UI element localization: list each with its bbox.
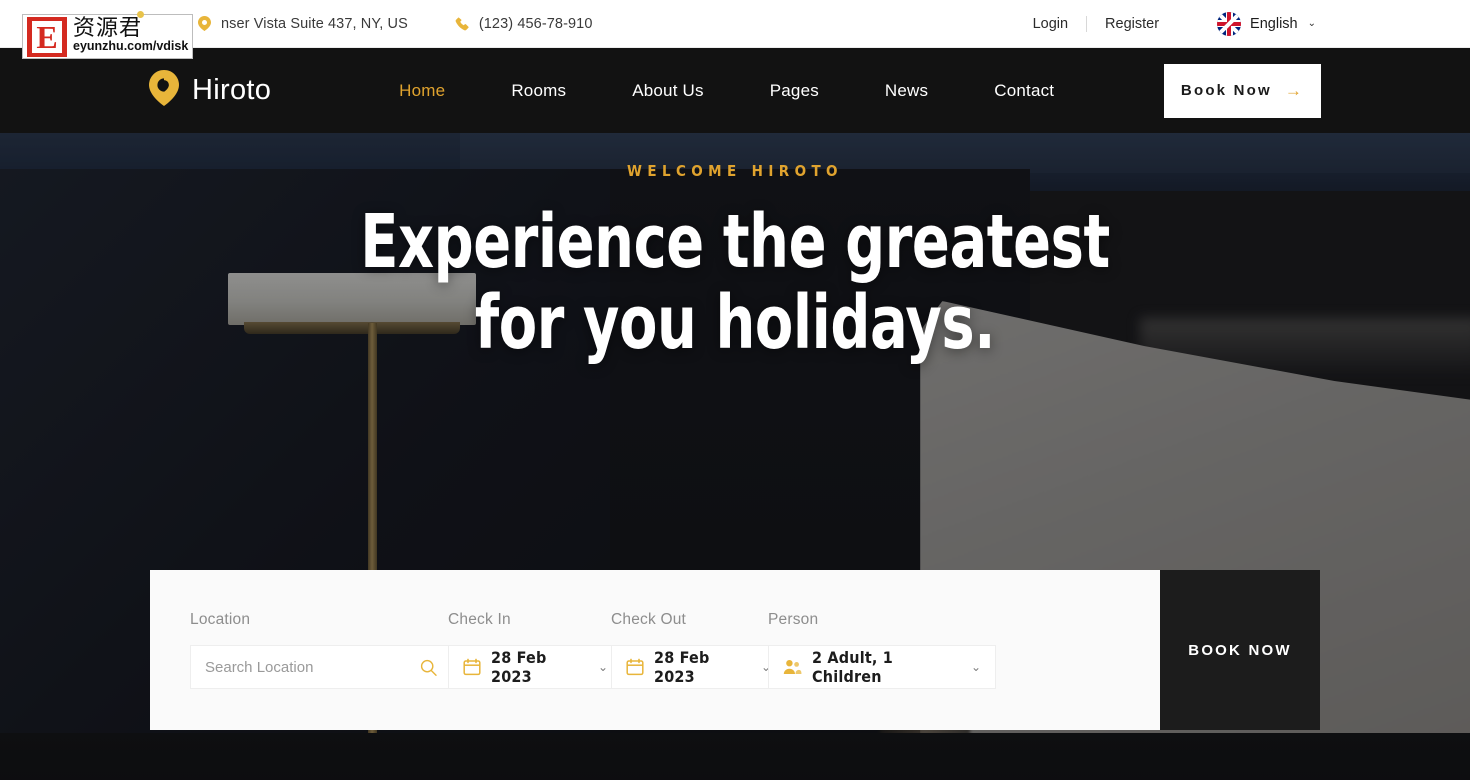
top-bar: nser Vista Suite 437, NY, US (123) 456-7… <box>0 0 1470 48</box>
language-selector[interactable]: English ⌄ <box>1217 11 1316 36</box>
hero-eyebrow: WELCOME HIROTO <box>627 162 843 180</box>
check-in-select[interactable]: 28 Feb 2023 ⌄ <box>448 645 623 689</box>
phone-icon <box>454 16 470 32</box>
nav-item-rooms[interactable]: Rooms <box>478 81 599 101</box>
field-location: Location Search Location <box>190 611 490 689</box>
watermark-logo-letter: E <box>32 21 62 53</box>
booking-submit-button[interactable]: BOOK NOW <box>1160 570 1320 730</box>
person-select[interactable]: 2 Adult, 1 Children ⌄ <box>768 645 996 689</box>
person-value: 2 Adult, 1 Children <box>812 648 894 686</box>
main-header: Hiroto Home Rooms About Us Pages News Co… <box>0 48 1470 133</box>
location-pin-icon <box>196 16 212 32</box>
booking-form: Location Search Location Check In 28 Feb… <box>150 570 1320 730</box>
field-person: Person 2 Adult, 1 Children ⌄ <box>768 611 1038 689</box>
brand-logo[interactable]: Hiroto <box>149 70 271 111</box>
watermark-url: eyunzhu.com/vdisk <box>73 39 189 54</box>
check-out-value: 28 Feb 2023 <box>654 648 710 686</box>
nav-item-news[interactable]: News <box>852 81 961 101</box>
nav-item-about-us[interactable]: About Us <box>599 81 737 101</box>
hero-headline: Experience the greatest for you holidays… <box>118 202 1353 363</box>
uk-flag-icon <box>1217 11 1242 36</box>
location-placeholder: Search Location <box>205 658 314 676</box>
location-input-wrap[interactable]: Search Location <box>190 645 450 689</box>
primary-nav: Home Rooms About Us Pages News Contact <box>366 81 1087 101</box>
people-icon <box>783 659 802 675</box>
booking-fields: Location Search Location Check In 28 Feb… <box>150 570 1160 730</box>
language-label: English <box>1250 15 1298 32</box>
chevron-down-icon[interactable]: ⌄ <box>971 660 981 674</box>
map-pin-logo-icon <box>149 70 179 111</box>
watermark-logo-mark: E <box>27 17 67 57</box>
address-item: nser Vista Suite 437, NY, US <box>196 16 408 32</box>
hero-headline-line-1: Experience the greatest <box>360 199 1110 285</box>
watermark-text: 资源君 eyunzhu.com/vdisk <box>73 17 188 54</box>
nav-item-contact[interactable]: Contact <box>961 81 1087 101</box>
check-in-value: 28 Feb 2023 <box>491 648 547 686</box>
calendar-icon <box>626 658 644 676</box>
calendar-icon <box>463 658 481 676</box>
watermark-title: 资源君 <box>73 16 143 41</box>
location-label: Location <box>190 611 251 628</box>
header-book-now-label: Book Now <box>1180 82 1272 99</box>
nav-item-pages[interactable]: Pages <box>737 81 852 101</box>
header-book-now-button[interactable]: Book Now → <box>1164 63 1321 118</box>
phone-item[interactable]: (123) 456-78-910 <box>454 16 593 32</box>
search-icon[interactable] <box>420 659 437 676</box>
watermark-overlay: E 资源君 eyunzhu.com/vdisk <box>22 11 194 59</box>
phone-text: (123) 456-78-910 <box>478 15 593 32</box>
hero-headline-line-2: for you holidays. <box>474 279 996 366</box>
person-label: Person <box>768 611 819 628</box>
chevron-down-icon[interactable]: ⌄ <box>598 660 608 674</box>
address-text: nser Vista Suite 437, NY, US <box>221 15 408 32</box>
page-root: nser Vista Suite 437, NY, US (123) 456-7… <box>0 0 1470 780</box>
register-link[interactable]: Register <box>1087 16 1177 32</box>
brand-name: Hiroto <box>192 74 272 106</box>
chevron-down-icon: ⌄ <box>1307 18 1316 29</box>
login-link[interactable]: Login <box>1015 16 1086 32</box>
nav-item-home[interactable]: Home <box>366 81 478 101</box>
top-bar-account-group: Login Register English ⌄ <box>1015 11 1446 36</box>
check-out-select[interactable]: 28 Feb 2023 ⌄ <box>611 645 786 689</box>
arrow-right-icon: → <box>1284 80 1305 100</box>
